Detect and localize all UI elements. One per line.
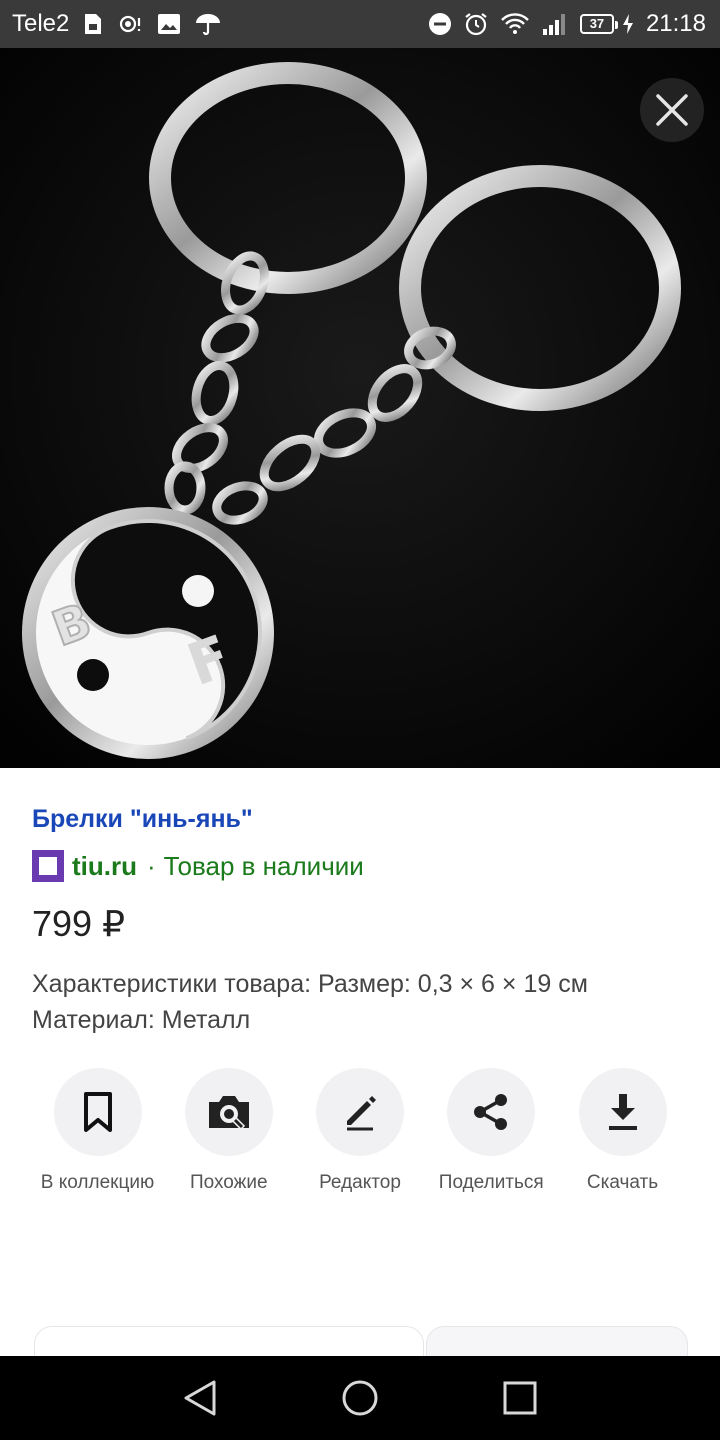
- share-button[interactable]: Поделиться: [426, 1068, 557, 1194]
- keychain-rings-icon: B F: [0, 48, 720, 768]
- product-title-link[interactable]: Брелки "инь-янь": [32, 800, 696, 838]
- product-price: 799 ₽: [32, 903, 125, 944]
- source-link[interactable]: tiu.ru: [72, 851, 137, 882]
- home-icon: [342, 1380, 378, 1416]
- back-button[interactable]: [170, 1368, 230, 1428]
- action-label: Похожие: [189, 1172, 268, 1193]
- back-icon: [184, 1380, 216, 1416]
- wifi-icon: [500, 12, 530, 36]
- sim-card-icon: [83, 12, 103, 36]
- download-button[interactable]: Скачать: [557, 1068, 688, 1194]
- product-description: Характеристики товара: Размер: 0,3 × 6 ×…: [32, 970, 588, 1034]
- gallery-icon: [157, 13, 181, 35]
- source-row: tiu.ru · Товар в наличии: [32, 846, 696, 886]
- action-label: В коллекцию: [40, 1172, 155, 1193]
- product-info: Брелки "инь-янь" tiu.ru · Товар в наличи…: [32, 800, 696, 1038]
- system-nav-bar: [0, 1356, 720, 1440]
- action-label: Поделиться: [438, 1172, 544, 1193]
- pencil-icon: [347, 1096, 376, 1131]
- clock: 21:18: [645, 10, 706, 37]
- product-image[interactable]: B F: [0, 48, 720, 768]
- signal-icon: [542, 12, 568, 36]
- similar-button[interactable]: Похожие: [163, 1068, 294, 1194]
- bookmark-icon: [83, 1092, 112, 1132]
- action-label: Скачать: [586, 1172, 659, 1193]
- availability-status: Товар в наличии: [163, 850, 364, 881]
- share-icon: [474, 1094, 508, 1130]
- dnd-icon: [428, 12, 452, 36]
- action-bar: В коллекцию Похожие Редактор Поделиться …: [32, 1068, 688, 1194]
- carrier-label: Tele2: [12, 10, 70, 37]
- status-bar: Tele2 37 21:18: [0, 0, 720, 48]
- close-icon: [656, 94, 688, 126]
- source-favicon-icon: [32, 850, 64, 882]
- camera-search-icon: [208, 1096, 249, 1131]
- download-icon: [608, 1094, 637, 1130]
- recents-icon: [503, 1381, 537, 1415]
- battery-icon: 37: [579, 14, 618, 34]
- separator: ·: [147, 850, 156, 881]
- add-to-collection-button[interactable]: В коллекцию: [32, 1068, 163, 1194]
- hotspot-icon: [117, 12, 143, 36]
- recents-button[interactable]: [490, 1368, 550, 1428]
- alarm-icon: [464, 12, 488, 36]
- editor-button[interactable]: Редактор: [295, 1068, 426, 1194]
- home-button[interactable]: [330, 1368, 390, 1428]
- charging-icon: [622, 13, 634, 35]
- close-button[interactable]: [640, 78, 704, 142]
- umbrella-icon: [195, 12, 221, 36]
- action-label: Редактор: [319, 1172, 401, 1193]
